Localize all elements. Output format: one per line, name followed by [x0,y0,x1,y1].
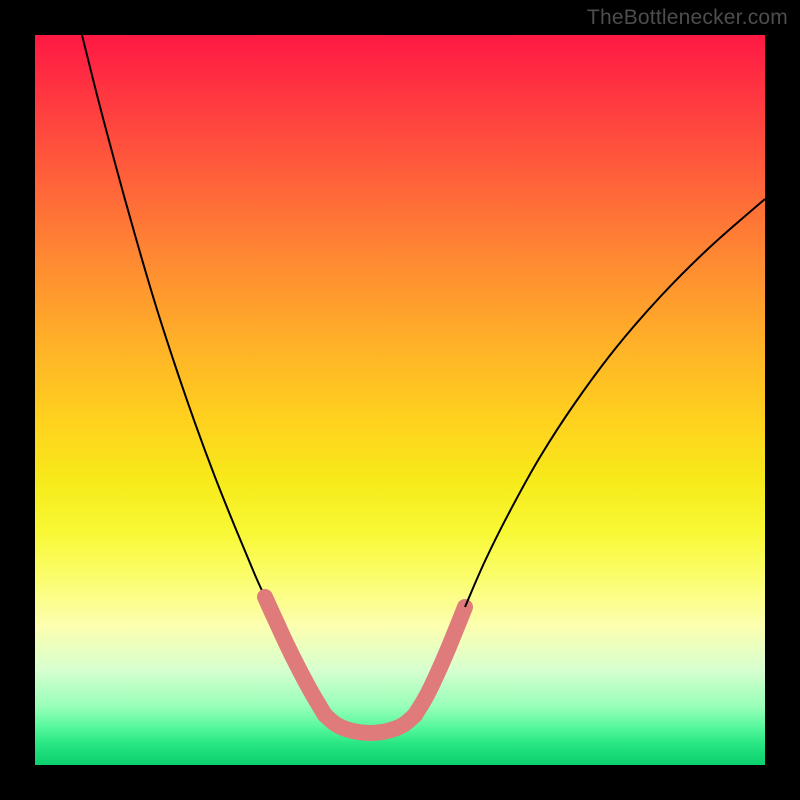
chart-frame: TheBottlenecker.com [0,0,800,800]
plot-area [35,35,765,765]
series-left-branch [82,35,265,597]
curve-layer [35,35,765,765]
watermark-text: TheBottlenecker.com [587,6,788,30]
series-right-branch [465,199,765,607]
series-trough [325,715,415,733]
series-right-marker-segment [415,607,465,715]
series-left-marker-segment [265,597,325,715]
